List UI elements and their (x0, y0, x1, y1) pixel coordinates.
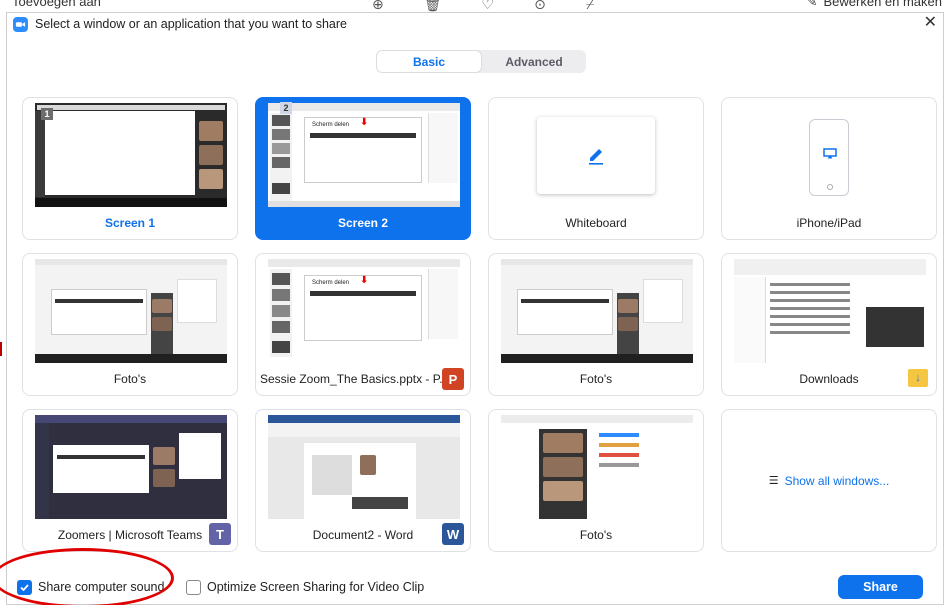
tab-basic[interactable]: Basic (376, 50, 482, 73)
card-label-word: Document2 - Word (312, 528, 414, 542)
card-label-fotos-3: Foto's (579, 528, 613, 542)
pencil-icon (589, 148, 603, 165)
card-label-screen-1: Screen 1 (104, 216, 156, 230)
airplay-icon (823, 148, 837, 159)
share-card-show-all-windows[interactable]: ☰ Show all windows... (721, 409, 937, 552)
share-card-screen-1[interactable]: 1 Screen 1 (22, 97, 238, 240)
checkmark-icon (20, 584, 29, 592)
fotos-1-thumbnail (35, 259, 227, 363)
share-computer-sound-label[interactable]: Share computer sound (38, 580, 164, 594)
background-right-text: ✎ Bewerken en maken (807, 0, 942, 10)
card-label-fotos-1: Foto's (113, 372, 147, 386)
share-card-iphone-ipad[interactable]: iPhone/iPad (721, 97, 937, 240)
screen-2-thumbnail: Scherm delen ⬇ (268, 103, 460, 207)
share-card-whiteboard[interactable]: Whiteboard (488, 97, 704, 240)
downloads-thumbnail (734, 259, 926, 363)
card-label-teams: Zoomers | Microsoft Teams (57, 528, 203, 542)
rotate-icon: ⊙ (534, 0, 546, 12)
powerpoint-icon: P (442, 368, 464, 390)
optimize-video-checkbox[interactable] (186, 580, 201, 595)
show-all-windows-link[interactable]: ☰ Show all windows... (722, 410, 936, 551)
share-card-downloads[interactable]: Downloads ↓ (721, 253, 937, 396)
background-window-strip: Toevoegen aan ⊕ 🗑 ♡ ⊙ ⌿ ✎ Bewerken en mak… (0, 0, 944, 12)
card-label-fotos-2: Foto's (579, 372, 613, 386)
pen-icon: ✎ (806, 0, 818, 9)
crop-icon: ⌿ (585, 0, 595, 12)
tab-advanced[interactable]: Advanced (482, 50, 586, 73)
fotos-2-thumbnail (501, 259, 693, 363)
powerpoint-thumb-text: Scherm delen (312, 280, 350, 286)
word-thumbnail (268, 415, 460, 519)
whiteboard-preview (537, 117, 655, 194)
dialog-footer: Share computer sound Optimize Screen Sha… (7, 568, 943, 604)
background-right-label: Bewerken en maken (823, 0, 942, 9)
share-card-fotos-1[interactable]: Foto's (22, 253, 238, 396)
list-icon: ☰ (768, 475, 779, 487)
trash-icon: 🗑 (423, 0, 442, 12)
red-arrow-icon: ⬇ (360, 117, 369, 128)
card-label-iphone-ipad: iPhone/iPad (796, 216, 862, 230)
folder-download-icon: ↓ (908, 369, 928, 387)
optimize-video-label[interactable]: Optimize Screen Sharing for Video Clip (207, 580, 424, 594)
share-card-powerpoint[interactable]: Scherm delen ⬇ Sessie Zoom_The Basics.pp… (255, 253, 471, 396)
close-icon[interactable]: ✕ (924, 15, 937, 31)
share-card-fotos-2[interactable]: Foto's (488, 253, 704, 396)
share-computer-sound-checkbox[interactable] (17, 580, 32, 595)
background-left-text: Toevoegen aan (12, 0, 101, 9)
heart-icon: ♡ (481, 0, 495, 12)
screen-2-number-badge: 2 (280, 102, 292, 114)
share-card-teams[interactable]: Zoomers | Microsoft Teams T (22, 409, 238, 552)
share-screen-dialog: Select a window or an application that y… (6, 12, 944, 605)
zoom-app-icon (13, 16, 28, 32)
share-card-word[interactable]: Document2 - Word W (255, 409, 471, 552)
share-card-screen-2[interactable]: Scherm delen ⬇ 2 Screen 2 (255, 97, 471, 240)
background-toolbar-icons: ⊕ 🗑 ♡ ⊙ ⌿ (372, 0, 594, 12)
card-label-powerpoint: Sessie Zoom_The Basics.pptx - P... (260, 372, 450, 386)
zoom-in-icon: ⊕ (372, 0, 384, 12)
screen-2-thumb-text: Scherm delen (312, 122, 350, 128)
home-button-icon (827, 184, 833, 190)
show-all-windows-label: Show all windows... (784, 473, 890, 488)
share-card-fotos-3[interactable]: Foto's (488, 409, 704, 552)
card-label-screen-2: Screen 2 (337, 216, 389, 230)
teams-thumbnail (35, 415, 227, 519)
card-label-whiteboard: Whiteboard (565, 216, 627, 230)
screen-1-thumbnail (35, 103, 227, 207)
dialog-titlebar: Select a window or an application that y… (7, 13, 943, 35)
red-arrow-icon: ⬇ (360, 275, 369, 286)
share-mode-tabs: Basic Advanced (376, 50, 586, 73)
fotos-3-thumbnail (501, 415, 693, 519)
powerpoint-thumbnail: Scherm delen ⬇ (268, 259, 460, 363)
share-button[interactable]: Share (838, 575, 923, 599)
screen-1-number-badge: 1 (41, 108, 53, 120)
teams-icon: T (209, 523, 231, 545)
dialog-title: Select a window or an application that y… (35, 17, 347, 31)
card-label-downloads: Downloads (799, 372, 859, 386)
word-icon: W (442, 523, 464, 545)
background-edge-mark (0, 342, 2, 356)
iphone-preview (809, 119, 849, 196)
